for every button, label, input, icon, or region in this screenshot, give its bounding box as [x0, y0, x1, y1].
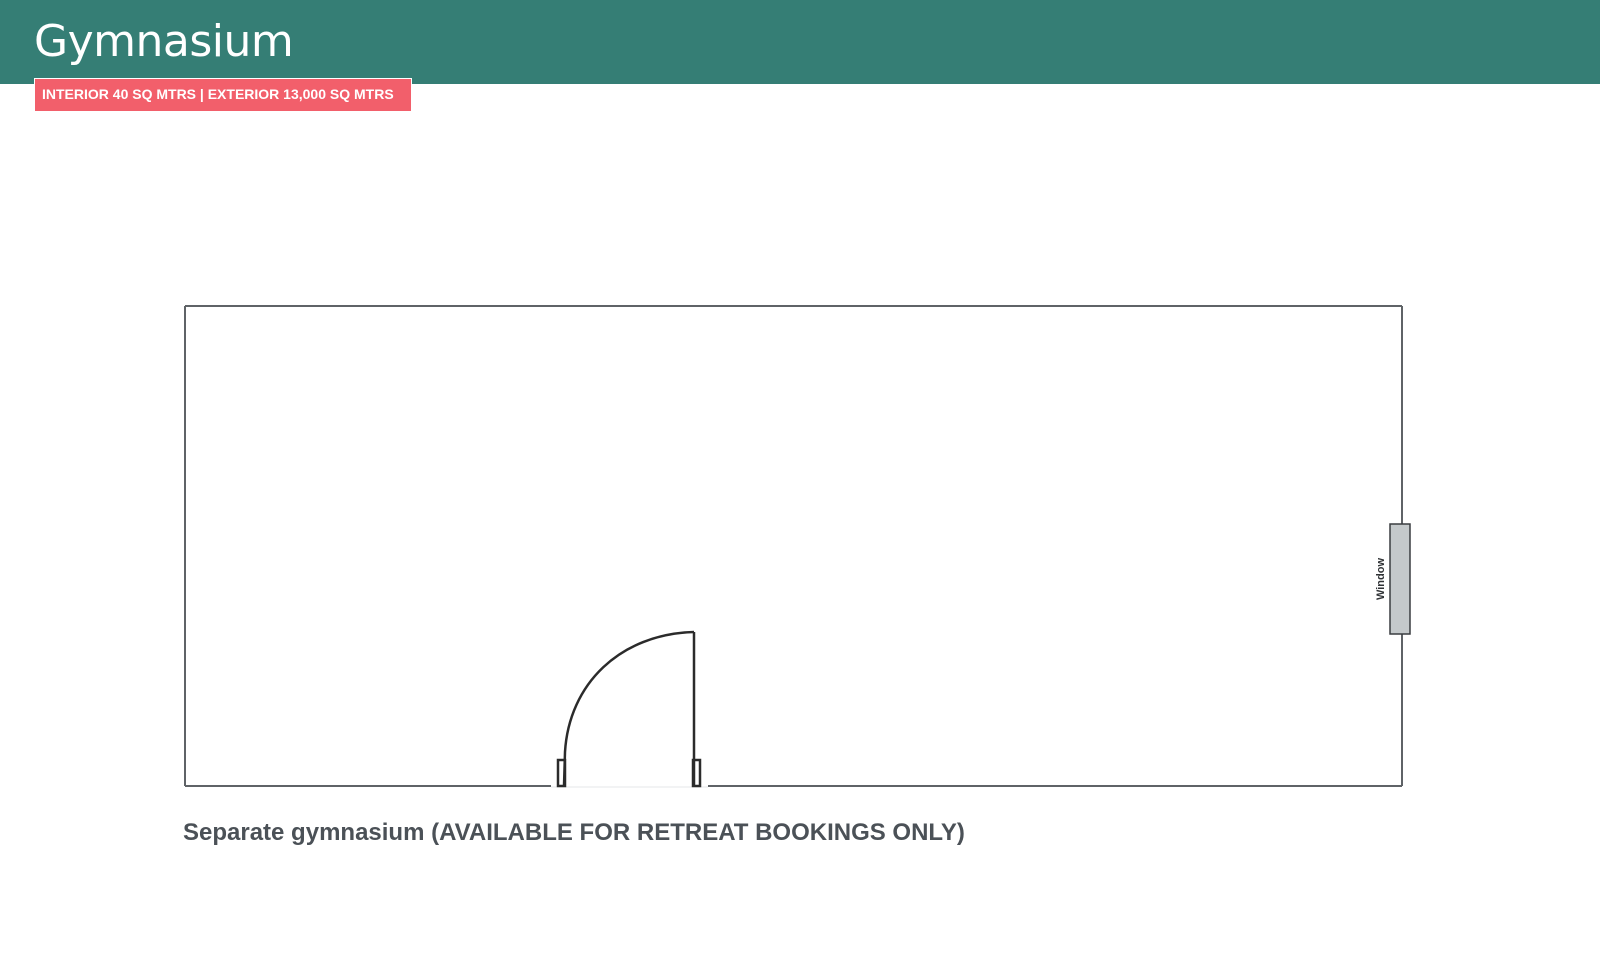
window: Window: [1375, 523, 1411, 635]
door-swing-arc: [562, 630, 695, 787]
window-label: Window: [1375, 558, 1387, 600]
page: Gymnasium INTERIOR 40 SQ MTRS | EXTERIOR…: [0, 0, 1600, 967]
floor-plan-caption: Separate gymnasium (AVAILABLE FOR RETREA…: [183, 819, 965, 846]
door: [556, 630, 702, 788]
window-pane: [1389, 523, 1411, 635]
room-walls: [184, 305, 1403, 787]
